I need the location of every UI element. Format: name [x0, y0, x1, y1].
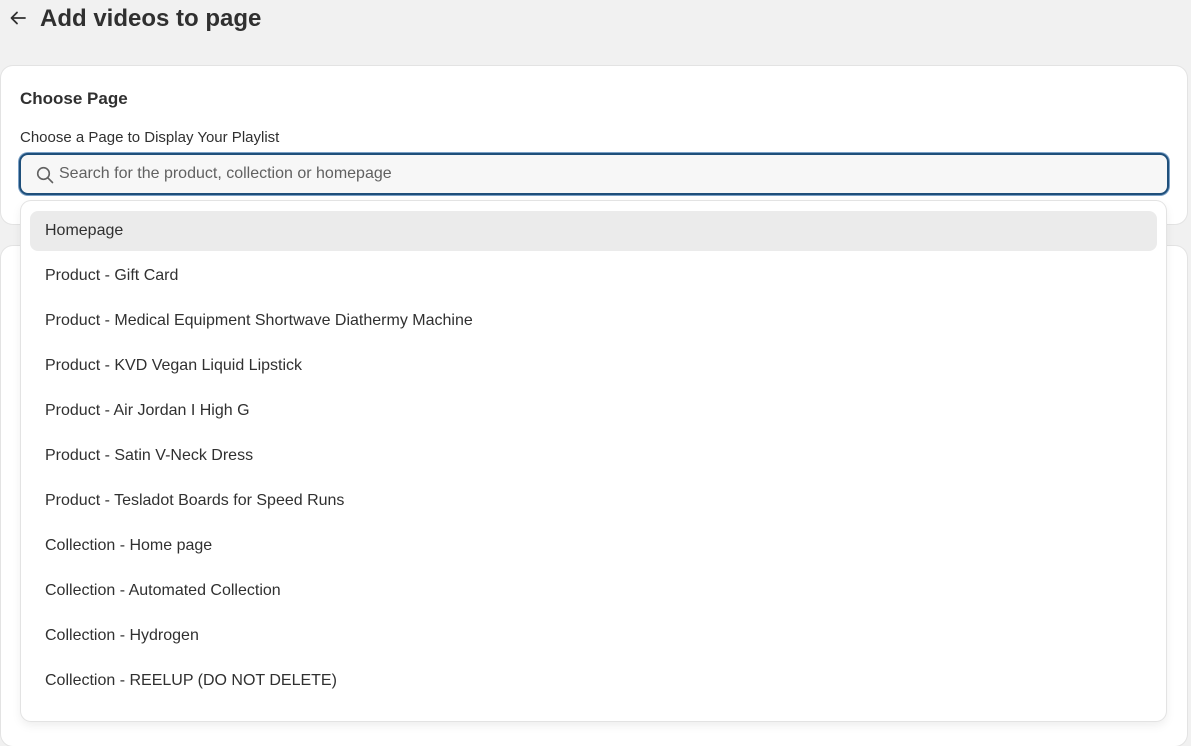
page-header: Add videos to page	[0, 0, 1191, 40]
option-collection-automated[interactable]: Collection - Automated Collection	[30, 571, 1157, 611]
option-product-air-jordan[interactable]: Product - Air Jordan I High G	[30, 391, 1157, 431]
option-product-liquid-lipstick[interactable]: Product - KVD Vegan Liquid Lipstick	[30, 346, 1157, 386]
option-product-satin-dress[interactable]: Product - Satin V-Neck Dress	[30, 436, 1157, 476]
arrow-left-icon	[10, 11, 26, 25]
option-product-gift-card[interactable]: Product - Gift Card	[30, 256, 1157, 296]
page-options-dropdown: Homepage Product - Gift Card Product - M…	[21, 201, 1166, 721]
option-homepage[interactable]: Homepage	[30, 211, 1157, 251]
page-title: Add videos to page	[40, 5, 262, 32]
option-collection-reelup[interactable]: Collection - REELUP (DO NOT DELETE)	[30, 661, 1157, 701]
option-product-diathermy-machine[interactable]: Product - Medical Equipment Shortwave Di…	[30, 301, 1157, 341]
option-collection-hydrogen[interactable]: Collection - Hydrogen	[30, 616, 1157, 656]
back-button[interactable]	[6, 6, 30, 30]
search-icon	[36, 166, 54, 184]
page-select-label: Choose a Page to Display Your Playlist	[20, 129, 280, 146]
card-title: Choose Page	[20, 89, 128, 108]
search-input[interactable]	[59, 161, 1149, 187]
option-product-tesladot-boards[interactable]: Product - Tesladot Boards for Speed Runs	[30, 481, 1157, 521]
search-field[interactable]	[19, 153, 1169, 195]
option-collection-home-page[interactable]: Collection - Home page	[30, 526, 1157, 566]
